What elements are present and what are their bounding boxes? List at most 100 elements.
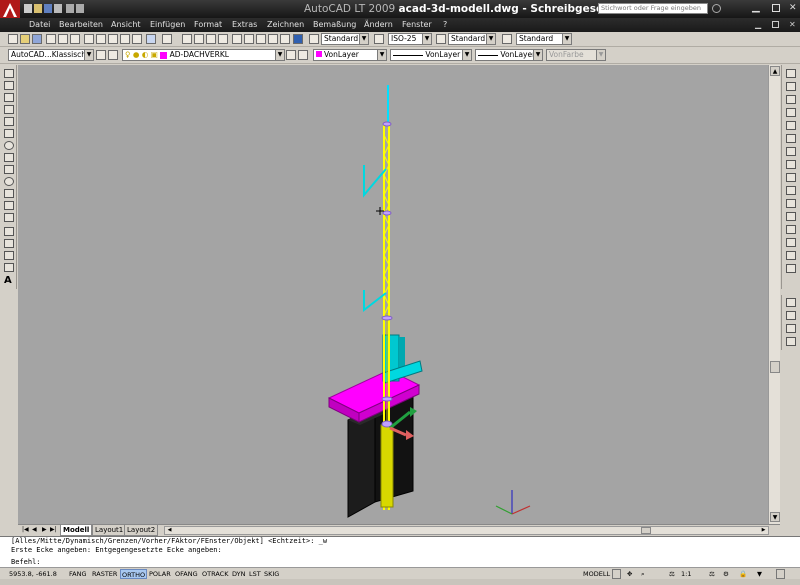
multileader-style-select[interactable]: Standard ▼: [516, 33, 572, 45]
undo-icon[interactable]: [66, 4, 74, 13]
publish-icon[interactable]: [70, 34, 80, 44]
move-icon[interactable]: [786, 134, 796, 143]
erase-icon[interactable]: [786, 69, 796, 78]
zoom-realtime-icon[interactable]: [194, 34, 204, 44]
hscroll-left-icon[interactable]: ◀: [165, 527, 174, 534]
help-search-input[interactable]: Stichwort oder Frage eingeben: [598, 3, 708, 14]
multileader-style-icon[interactable]: [502, 34, 512, 44]
revcloud-icon[interactable]: [4, 153, 14, 162]
menu-help[interactable]: ?: [443, 20, 447, 29]
color-select[interactable]: VonLayer ▼: [313, 49, 387, 61]
multiline-text-icon[interactable]: A: [4, 275, 12, 286]
doc-restore-icon[interactable]: [772, 21, 779, 28]
menu-aendern[interactable]: Ändern: [364, 20, 393, 29]
drawing-area[interactable]: [18, 65, 768, 524]
save-file-icon[interactable]: [32, 34, 42, 44]
extend-icon[interactable]: [786, 199, 796, 208]
make-block-icon[interactable]: [4, 213, 14, 222]
toggle-ortho[interactable]: ORTHO: [120, 569, 148, 579]
explode-icon[interactable]: [786, 264, 796, 273]
join-icon[interactable]: [786, 225, 796, 234]
help-icon[interactable]: [293, 34, 303, 44]
plot-icon[interactable]: [46, 34, 56, 44]
redo-icon[interactable]: [76, 4, 84, 13]
scroll-thumb[interactable]: [770, 361, 780, 373]
toggle-polar[interactable]: POLAR: [148, 569, 172, 579]
redo-toolbar-icon[interactable]: [162, 34, 172, 44]
toggle-lwt[interactable]: LST: [248, 569, 262, 579]
toggle-snap[interactable]: FANG: [68, 569, 88, 579]
close-icon[interactable]: ✕: [789, 3, 797, 13]
model-space-toggle[interactable]: MODELL: [582, 569, 611, 579]
viewport-icon[interactable]: [612, 569, 621, 579]
layer-select[interactable]: ♀ ● ◐ ▣ AD-DACHVERKL ▼: [122, 49, 285, 61]
scale-icon[interactable]: [786, 160, 796, 169]
tool-palettes-icon[interactable]: [256, 34, 266, 44]
layer-previous-icon[interactable]: [298, 50, 308, 60]
send-to-back-icon[interactable]: [786, 311, 796, 320]
tab-modell[interactable]: Modell: [60, 525, 93, 536]
restore-icon[interactable]: [772, 4, 780, 12]
minimize-icon[interactable]: ▁: [752, 3, 760, 13]
undo-toolbar-icon[interactable]: [146, 34, 156, 44]
array-icon[interactable]: [786, 121, 796, 130]
plot-preview-icon[interactable]: [58, 34, 68, 44]
dim-style-icon[interactable]: [374, 34, 384, 44]
zoom-previous-icon[interactable]: [218, 34, 228, 44]
menu-bemassung[interactable]: Bemaßung: [313, 20, 356, 29]
tab-nav-last-icon[interactable]: ▶|: [50, 526, 57, 533]
gradient-icon[interactable]: [4, 251, 14, 260]
hscroll-right-icon[interactable]: ▶: [759, 527, 768, 534]
lock-icon[interactable]: 🔒: [738, 569, 748, 579]
toggle-grid[interactable]: RASTER: [91, 569, 118, 579]
workspace-select[interactable]: AutoCAD...Klassisch ▼: [8, 49, 94, 61]
text-style-select[interactable]: Standard ▼: [321, 33, 369, 45]
break-icon[interactable]: [786, 212, 796, 221]
paste-icon[interactable]: [108, 34, 118, 44]
polyline-icon[interactable]: [4, 93, 14, 102]
new-icon[interactable]: [24, 4, 32, 13]
command-window[interactable]: [Alles/Mitte/Dynamisch/Grenzen/Vorher/FA…: [0, 536, 800, 567]
zoom-status-icon[interactable]: ⌕: [640, 569, 646, 579]
workspace-settings-icon[interactable]: [96, 50, 106, 60]
pan-status-icon[interactable]: ✥: [626, 569, 633, 579]
new-file-icon[interactable]: [8, 34, 18, 44]
menu-einfuegen[interactable]: Einfügen: [150, 20, 185, 29]
table-style-icon[interactable]: [436, 34, 446, 44]
menu-zeichnen[interactable]: Zeichnen: [267, 20, 304, 29]
doc-minimize-icon[interactable]: ▁: [755, 20, 761, 29]
menu-extras[interactable]: Extras: [232, 20, 257, 29]
hatch-icon[interactable]: [4, 239, 14, 248]
coordinate-display[interactable]: 5953.8, -661.8: [8, 569, 58, 579]
ellipse-arc-icon[interactable]: [4, 189, 14, 198]
polygon-icon[interactable]: [4, 105, 14, 114]
trim-icon[interactable]: [786, 186, 796, 195]
open-file-icon[interactable]: [20, 34, 30, 44]
mirror-icon[interactable]: [786, 95, 796, 104]
block-editor-icon[interactable]: [132, 34, 142, 44]
scroll-down-icon[interactable]: ▼: [770, 512, 780, 522]
bring-above-icon[interactable]: [786, 324, 796, 333]
line-icon[interactable]: [4, 69, 14, 78]
zoom-window-icon[interactable]: [206, 34, 216, 44]
toggle-skig[interactable]: SKIG: [263, 569, 280, 579]
annotation-visibility-icon[interactable]: ⚖: [708, 569, 716, 579]
menu-bearbeiten[interactable]: Bearbeiten: [59, 20, 103, 29]
arc-icon[interactable]: [4, 129, 14, 138]
tab-layout1[interactable]: Layout1: [92, 525, 127, 536]
cut-icon[interactable]: [84, 34, 94, 44]
properties-icon[interactable]: [232, 34, 242, 44]
ellipse-icon[interactable]: [4, 177, 14, 186]
stretch-icon[interactable]: [786, 173, 796, 182]
offset-icon[interactable]: [786, 108, 796, 117]
menu-datei[interactable]: Datei: [29, 20, 50, 29]
print-icon[interactable]: [54, 4, 62, 13]
text-style-icon[interactable]: [309, 34, 319, 44]
sheet-set-icon[interactable]: [268, 34, 278, 44]
vertical-scrollbar[interactable]: ▲ ▼: [768, 65, 780, 524]
toggle-dyn[interactable]: DYN: [231, 569, 246, 579]
hscroll-thumb[interactable]: [641, 527, 651, 534]
dim-style-select[interactable]: ISO-25 ▼: [388, 33, 432, 45]
clean-screen-icon[interactable]: [776, 569, 785, 579]
pan-icon[interactable]: [182, 34, 192, 44]
